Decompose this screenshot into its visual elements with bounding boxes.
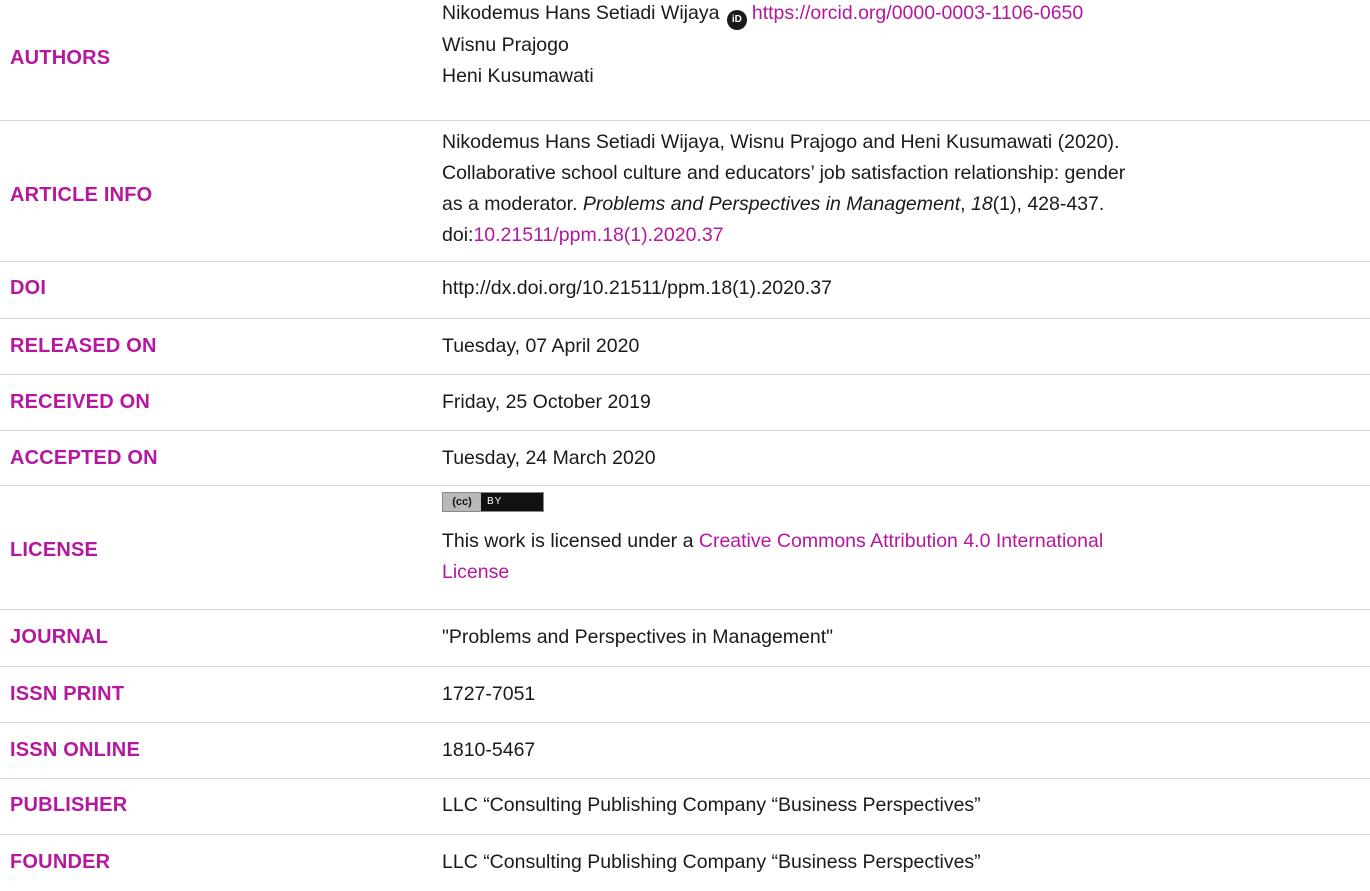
row-publisher: PUBLISHER LLC “Consulting Publishing Com… xyxy=(0,779,1370,835)
row-issn-online: ISSN ONLINE 1810-5467 xyxy=(0,723,1370,779)
received-on-value: Friday, 25 October 2019 xyxy=(442,391,651,413)
citation-line-1: Nikodemus Hans Setiadi Wijaya, Wisnu Pra… xyxy=(442,131,1120,153)
row-accepted-on: ACCEPTED ON Tuesday, 24 March 2020 xyxy=(0,431,1370,486)
citation-journal: Problems and Perspectives in Management xyxy=(582,193,961,215)
orcid-icon[interactable]: iD xyxy=(726,10,747,30)
issn-online-label: ISSN ONLINE xyxy=(10,739,140,761)
founder-label: FOUNDER xyxy=(10,851,111,873)
publisher-value: LLC “Consulting Publishing Company “Busi… xyxy=(442,794,981,816)
citation-doi-prefix: doi: xyxy=(442,224,474,246)
orcid-link[interactable]: https://orcid.org/0000-0003-1106-0650 xyxy=(752,2,1083,24)
row-license: LICENSE (cc) BY This work is licensed un… xyxy=(0,486,1370,610)
doi-value: http://dx.doi.org/10.21511/ppm.18(1).202… xyxy=(442,277,832,299)
row-authors: AUTHORS Nikodemus Hans Setiadi Wijaya iD… xyxy=(0,0,1370,121)
issn-online-value: 1810-5467 xyxy=(442,739,536,761)
article-info-label: ARTICLE INFO xyxy=(10,184,153,206)
issn-print-value: 1727-7051 xyxy=(442,683,536,705)
license-prefix: This work is licensed under a xyxy=(442,530,699,552)
author-1-name: Nikodemus Hans Setiadi Wijaya xyxy=(442,2,720,24)
article-citation: Nikodemus Hans Setiadi Wijaya, Wisnu Pra… xyxy=(442,127,1125,251)
license-label: LICENSE xyxy=(10,539,99,561)
journal-value: "Problems and Perspectives in Management… xyxy=(442,626,834,648)
citation-issue-pages: (1), 428-437. xyxy=(992,193,1105,215)
citation-line-2: Collaborative school culture and educato… xyxy=(442,162,1126,184)
issn-print-label: ISSN PRINT xyxy=(10,683,125,705)
citation-line-4: doi:10.21511/ppm.18(1).2020.37 xyxy=(442,220,1125,251)
by-icon: BY xyxy=(487,496,503,507)
publisher-label: PUBLISHER xyxy=(10,794,128,816)
row-founder: FOUNDER LLC “Consulting Publishing Compa… xyxy=(0,835,1370,891)
journal-label: JOURNAL xyxy=(10,626,109,648)
citation-volume: 18 xyxy=(970,193,993,215)
accepted-on-label: ACCEPTED ON xyxy=(10,447,158,469)
accepted-on-value: Tuesday, 24 March 2020 xyxy=(442,447,656,469)
released-on-label: RELEASED ON xyxy=(10,335,157,357)
citation-line-3: as a moderator. Problems and Perspective… xyxy=(442,193,1105,215)
citation-title-end: as a moderator. xyxy=(442,193,578,215)
founder-value: LLC “Consulting Publishing Company “Busi… xyxy=(442,851,981,873)
author-3: Heni Kusumawati xyxy=(442,65,594,87)
article-metadata-table: AUTHORS Nikodemus Hans Setiadi Wijaya iD… xyxy=(0,0,1370,891)
row-issn-print: ISSN PRINT 1727-7051 xyxy=(0,667,1370,723)
license-text: This work is licensed under a Creative C… xyxy=(442,526,1103,588)
row-released-on: RELEASED ON Tuesday, 07 April 2020 xyxy=(0,319,1370,375)
doi-label: DOI xyxy=(10,277,47,299)
row-journal: JOURNAL "Problems and Perspectives in Ma… xyxy=(0,610,1370,667)
row-article-info: ARTICLE INFO Nikodemus Hans Setiadi Wija… xyxy=(0,121,1370,262)
received-on-label: RECEIVED ON xyxy=(10,391,151,413)
author-1: Nikodemus Hans Setiadi Wijaya iD https://… xyxy=(442,0,1083,30)
author-2: Wisnu Prajogo xyxy=(442,34,569,56)
license-link-end[interactable]: License xyxy=(442,557,1103,588)
authors-label: AUTHORS xyxy=(10,47,111,69)
citation-doi-link[interactable]: 10.21511/ppm.18(1).2020.37 xyxy=(473,224,723,246)
license-link[interactable]: Creative Commons Attribution 4.0 Interna… xyxy=(699,530,1103,552)
row-doi: DOI http://dx.doi.org/10.21511/ppm.18(1)… xyxy=(0,262,1370,319)
cc-icon: (cc) xyxy=(443,493,481,511)
authors-list: Nikodemus Hans Setiadi Wijaya iD https://… xyxy=(442,0,1083,92)
released-on-value: Tuesday, 07 April 2020 xyxy=(442,335,640,357)
cc-by-badge-icon[interactable]: (cc) BY xyxy=(442,492,544,512)
row-received-on: RECEIVED ON Friday, 25 October 2019 xyxy=(0,375,1370,431)
